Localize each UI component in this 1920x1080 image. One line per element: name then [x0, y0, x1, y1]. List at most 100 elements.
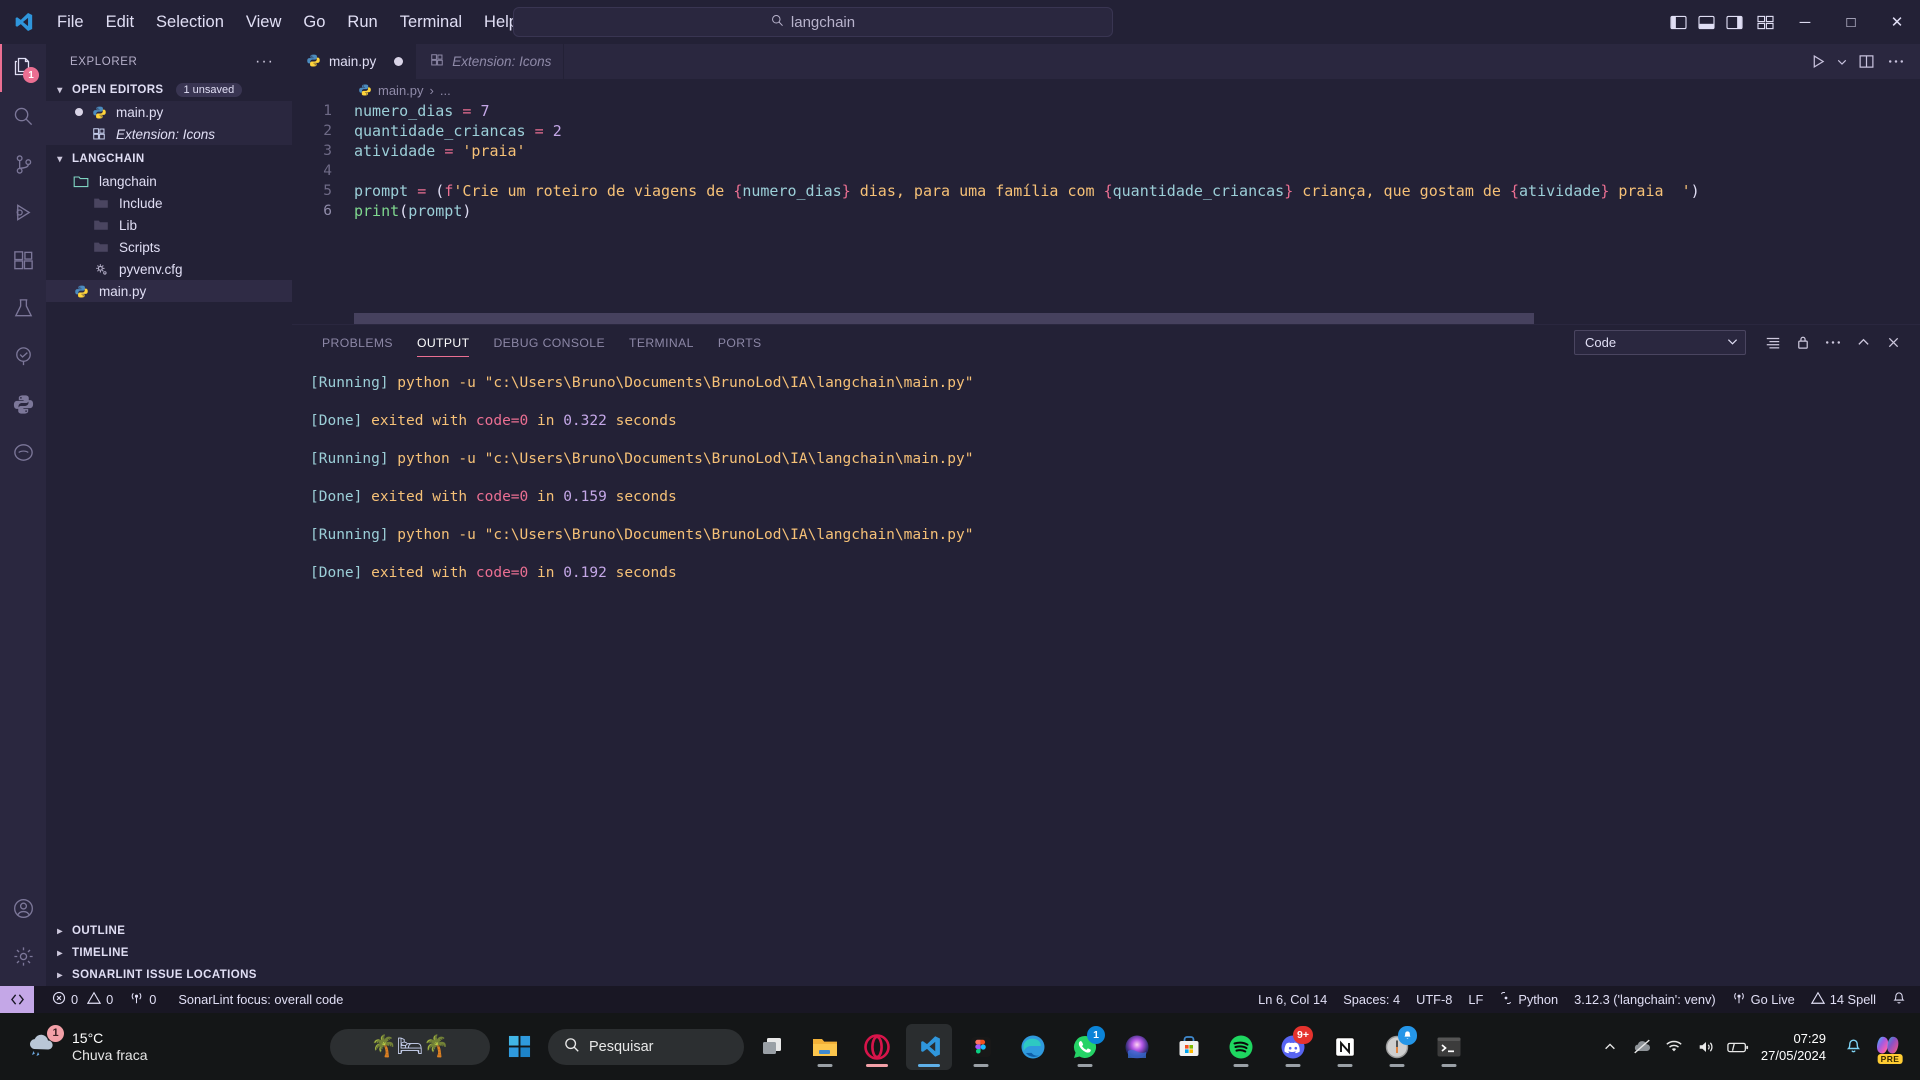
- activitybar-item-testing[interactable]: [0, 284, 46, 332]
- activitybar-item-source-control[interactable]: [0, 140, 46, 188]
- section-outline[interactable]: ▸ OUTLINE: [46, 920, 292, 942]
- command-center[interactable]: langchain: [513, 7, 1113, 37]
- panel-tab-problems[interactable]: PROBLEMS: [310, 325, 405, 360]
- section-open-editors[interactable]: ▾ OPEN EDITORS 1 unsaved: [46, 79, 292, 101]
- code-text[interactable]: quantidade_criancas = 2: [354, 122, 562, 140]
- taskbar-clock[interactable]: 07:29 27/05/2024: [1755, 1030, 1836, 1064]
- menu-view[interactable]: View: [235, 9, 292, 36]
- output-channel-select[interactable]: Code: [1574, 330, 1746, 355]
- tab-dirty-icon[interactable]: [394, 57, 404, 66]
- taskbar-app-edge[interactable]: [1010, 1024, 1056, 1070]
- activitybar-item-python[interactable]: [0, 380, 46, 428]
- taskbar-app-microsoft-store[interactable]: [1166, 1024, 1212, 1070]
- breadcrumb-rest[interactable]: ...: [440, 83, 451, 98]
- customize-layout-icon[interactable]: [1748, 0, 1782, 44]
- activitybar-item-extensions[interactable]: [0, 236, 46, 284]
- taskbar-app-vscode[interactable]: [906, 1023, 952, 1070]
- show-hidden-icons-icon[interactable]: [1595, 1024, 1625, 1070]
- menu-selection[interactable]: Selection: [145, 9, 235, 36]
- status-notifications[interactable]: [1884, 986, 1920, 1013]
- section-timeline[interactable]: ▸ TIMELINE: [46, 942, 292, 964]
- status-eol[interactable]: LF: [1460, 986, 1491, 1013]
- tree-item-lib[interactable]: Lib: [46, 214, 292, 236]
- taskbar-app-notion[interactable]: [1322, 1024, 1368, 1070]
- run-python-file-icon[interactable]: [1804, 44, 1832, 79]
- status-spell-check[interactable]: 14 Spell: [1803, 986, 1884, 1013]
- code-text[interactable]: print(prompt): [354, 202, 471, 220]
- taskbar-app-spotify[interactable]: [1218, 1024, 1264, 1070]
- output-content[interactable]: [Running] python -u "c:\Users\Bruno\Docu…: [292, 360, 1920, 986]
- activitybar-item-explorer[interactable]: 1: [0, 44, 46, 92]
- status-sonarlint[interactable]: SonarLint focus: overall code: [170, 986, 351, 1013]
- weather-widget[interactable]: 1 15°C Chuva fraca: [0, 1024, 330, 1067]
- editor-horizontal-scrollbar[interactable]: [354, 313, 1920, 324]
- taskbar-app-figma[interactable]: [958, 1024, 1004, 1070]
- menu-terminal[interactable]: Terminal: [389, 9, 473, 36]
- taskbar-app-media-player[interactable]: [1114, 1024, 1160, 1070]
- breadcrumb-file[interactable]: main.py: [378, 83, 424, 98]
- split-editor-icon[interactable]: [1852, 44, 1880, 79]
- status-python-interpreter[interactable]: 3.12.3 ('langchain': venv): [1566, 986, 1723, 1013]
- copilot-icon[interactable]: PRE: [1870, 1024, 1910, 1070]
- panel-tab-debug-console[interactable]: DEBUG CONSOLE: [481, 325, 617, 360]
- tree-item-pyvenv-cfg[interactable]: pyvenv.cfg: [46, 258, 292, 280]
- taskbar-app-clock[interactable]: [1374, 1024, 1420, 1070]
- open-editor-item-main-py[interactable]: main.py: [46, 101, 292, 123]
- lock-scroll-icon[interactable]: [1790, 329, 1816, 357]
- activitybar-item-search[interactable]: [0, 92, 46, 140]
- code-text[interactable]: prompt = (f'Crie um roteiro de viagens d…: [354, 182, 1700, 200]
- close-panel-icon[interactable]: [1880, 329, 1906, 357]
- section-sonarlint-issue-locations[interactable]: ▸ SONARLINT ISSUE LOCATIONS: [46, 964, 292, 986]
- remote-window-icon[interactable]: [0, 986, 34, 1013]
- menu-file[interactable]: File: [46, 9, 95, 36]
- tree-item-include[interactable]: Include: [46, 192, 292, 214]
- menu-go[interactable]: Go: [292, 9, 336, 36]
- window-maximize-button[interactable]: □: [1828, 0, 1874, 44]
- window-close-button[interactable]: ✕: [1874, 0, 1920, 44]
- code-editor[interactable]: 1 numero_dias = 7 2 quantidade_criancas = 2…: [292, 101, 1920, 324]
- tab-extension-icons[interactable]: Extension: Icons: [416, 44, 565, 79]
- panel-tab-terminal[interactable]: TERMINAL: [617, 325, 706, 360]
- taskbar-app-whatsapp[interactable]: 1: [1062, 1024, 1108, 1070]
- section-folder-langchain[interactable]: ▾ LANGCHAIN: [46, 148, 292, 170]
- tree-item-scripts[interactable]: Scripts: [46, 236, 292, 258]
- status-cursor-position[interactable]: Ln 6, Col 14: [1250, 986, 1335, 1013]
- status-indentation[interactable]: Spaces: 4: [1335, 986, 1408, 1013]
- toggle-primary-sidebar-icon[interactable]: [1664, 0, 1692, 44]
- tree-item-main-py[interactable]: main.py: [46, 280, 292, 302]
- panel-tab-ports[interactable]: PORTS: [706, 325, 774, 360]
- taskbar-search[interactable]: Pesquisar: [548, 1028, 744, 1065]
- volume-icon[interactable]: [1691, 1024, 1721, 1070]
- taskbar-app-discord[interactable]: 9+: [1270, 1024, 1316, 1070]
- more-actions-icon[interactable]: [1820, 329, 1846, 357]
- open-editor-item-extension-icons[interactable]: Extension: Icons: [46, 123, 292, 145]
- panel-tab-output[interactable]: OUTPUT: [405, 325, 482, 360]
- toggle-secondary-sidebar-icon[interactable]: [1720, 0, 1748, 44]
- window-minimize-button[interactable]: ─: [1782, 0, 1828, 44]
- widget-pill[interactable]: 🌴🛏🌴: [330, 1028, 490, 1065]
- more-actions-icon[interactable]: ···: [255, 53, 274, 71]
- status-language-mode[interactable]: Python: [1491, 986, 1566, 1013]
- status-ports[interactable]: 0: [121, 986, 164, 1013]
- dirty-indicator-icon[interactable]: [70, 108, 88, 116]
- tab-main-py[interactable]: main.py: [292, 44, 417, 79]
- maximize-panel-icon[interactable]: [1850, 329, 1876, 357]
- taskbar-app-task-view[interactable]: [750, 1024, 796, 1070]
- activitybar-item-accounts[interactable]: [0, 884, 46, 932]
- taskbar-app-terminal[interactable]: [1426, 1024, 1472, 1070]
- taskbar-app-opera[interactable]: [854, 1024, 900, 1070]
- battery-icon[interactable]: [1723, 1024, 1753, 1070]
- activitybar-item-manage[interactable]: [0, 932, 46, 980]
- onedrive-offline-icon[interactable]: [1627, 1024, 1657, 1070]
- code-text[interactable]: numero_dias = 7: [354, 102, 489, 120]
- status-go-live[interactable]: Go Live: [1724, 986, 1803, 1013]
- taskbar-app-file-explorer[interactable]: [802, 1024, 848, 1070]
- menu-edit[interactable]: Edit: [95, 9, 145, 36]
- chevron-down-icon[interactable]: [1834, 44, 1850, 79]
- status-encoding[interactable]: UTF-8: [1408, 986, 1460, 1013]
- toggle-panel-icon[interactable]: [1692, 0, 1720, 44]
- start-button[interactable]: [496, 1024, 542, 1070]
- clear-output-icon[interactable]: [1760, 329, 1786, 357]
- status-problems[interactable]: 0 0: [44, 986, 121, 1013]
- tree-item-langchain[interactable]: langchain: [46, 170, 292, 192]
